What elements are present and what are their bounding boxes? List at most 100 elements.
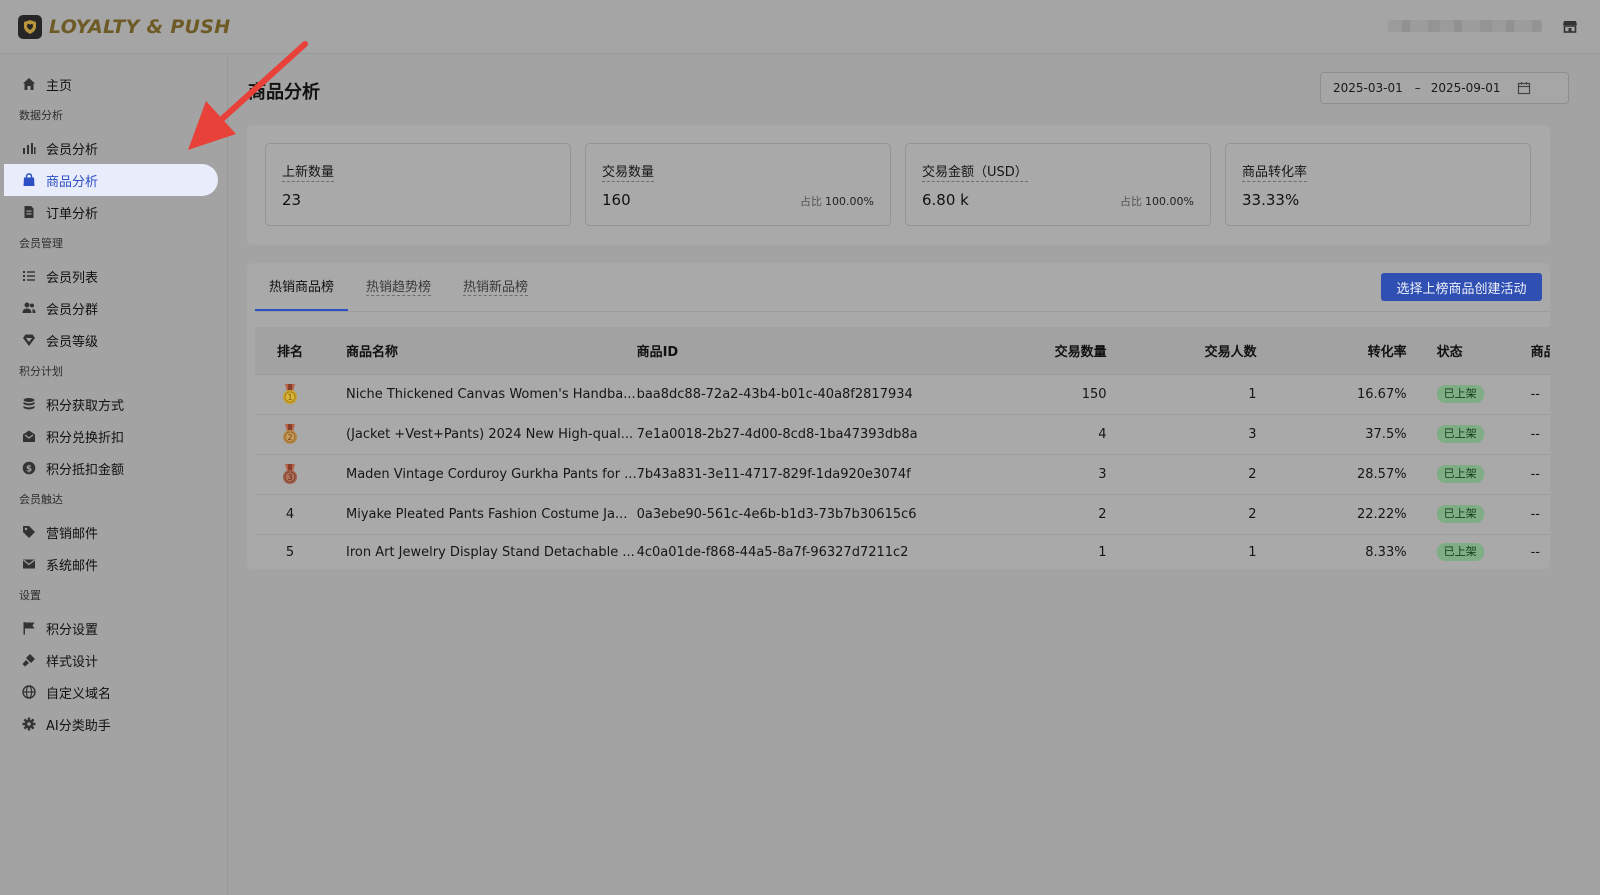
product-name[interactable]: (Jacket +Vest+Pants) 2024 New High-qual.… bbox=[325, 414, 637, 455]
users-icon bbox=[21, 300, 37, 316]
sidebar-item-label: 商品分析 bbox=[46, 174, 99, 190]
product-name[interactable]: Niche Thickened Canvas Women's Handba... bbox=[325, 374, 637, 415]
stat-value: 160 bbox=[602, 191, 631, 209]
col-status[interactable]: 状态 bbox=[1406, 327, 1519, 375]
conversion-rate: 28.57% bbox=[1256, 454, 1407, 495]
date-end[interactable]: 2025-09-01 bbox=[1431, 81, 1501, 95]
ranking-tabs: 热销商品榜 热销趋势榜 热销新品榜 bbox=[255, 263, 546, 311]
col-id[interactable]: 商品ID bbox=[636, 327, 967, 375]
page-title: 商品分析 bbox=[248, 82, 320, 103]
sidebar-item-points-deduction[interactable]: $ 积分抵扣金额 bbox=[0, 452, 227, 484]
tab-hot-new[interactable]: 热销新品榜 bbox=[449, 263, 542, 311]
col-people[interactable]: 交易人数 bbox=[1106, 327, 1257, 375]
sidebar-section-title: 数据分析 bbox=[19, 109, 63, 122]
flag-icon bbox=[21, 620, 37, 636]
conversion-rate: 37.5% bbox=[1256, 414, 1407, 455]
product-name[interactable]: Iron Art Jewelry Display Stand Detachabl… bbox=[325, 534, 637, 569]
conversion-rate: 16.67% bbox=[1256, 374, 1407, 415]
product-name[interactable]: Miyake Pleated Pants Fashion Costume Ja.… bbox=[325, 494, 637, 535]
sidebar-item-points-earning[interactable]: 积分获取方式 bbox=[0, 388, 227, 420]
sidebar-item-label: 积分抵扣金额 bbox=[46, 462, 125, 478]
rank-cell: 5 bbox=[285, 544, 295, 560]
product-cell: -- bbox=[1530, 544, 1540, 560]
stat-card-conversion: 商品转化率 33.33% bbox=[1225, 143, 1531, 226]
col-conversion[interactable]: 转化率 bbox=[1256, 327, 1407, 375]
sidebar-item-member-levels[interactable]: 会员等级 bbox=[0, 324, 227, 356]
sidebar-item-marketing-email[interactable]: 营销邮件 bbox=[0, 516, 227, 548]
transaction-count: 3 bbox=[966, 454, 1107, 495]
sidebar-item-label: 积分兑换折扣 bbox=[46, 430, 125, 446]
rank-cell: 3 bbox=[255, 454, 325, 495]
tab-hot-products[interactable]: 热销商品榜 bbox=[255, 263, 349, 311]
stat-share-value: 100.00% bbox=[825, 195, 874, 208]
stat-card-transactions: 交易数量 160 占比 100.00% bbox=[585, 143, 891, 226]
status-cell: 已上架 bbox=[1406, 454, 1519, 495]
col-qty[interactable]: 交易数量 bbox=[966, 327, 1107, 375]
table-row[interactable]: 5 Iron Art Jewelry Display Stand Detacha… bbox=[255, 534, 1550, 569]
col-rank[interactable]: 排名 bbox=[255, 327, 325, 375]
date-range-picker[interactable]: 2025-03-01 – 2025-09-01 bbox=[1320, 72, 1569, 104]
sidebar-item-ai-assistant[interactable]: AI分类助手 bbox=[0, 708, 227, 740]
dollar-circle-icon: $ bbox=[21, 460, 37, 476]
sidebar-item-label: 订单分析 bbox=[46, 206, 99, 222]
table-row[interactable]: 2 (Jacket +Vest+Pants) 2024 New High-qua… bbox=[255, 414, 1550, 455]
sidebar: 主页 数据分析 会员分析 商品分析 订单分析 会员管理 会员列表 会员分群 会员… bbox=[0, 55, 228, 895]
col-name[interactable]: 商品名称 bbox=[325, 327, 637, 375]
sidebar-item-member-analysis[interactable]: 会员分析 bbox=[0, 132, 227, 164]
product-id: 0a3ebe90-561c-4e6b-b1d3-73b7b30615c6 bbox=[636, 494, 967, 535]
transaction-count: 4 bbox=[966, 414, 1107, 455]
sidebar-item-style-design[interactable]: 样式设计 bbox=[0, 644, 227, 676]
sidebar-item-points-settings[interactable]: 积分设置 bbox=[0, 612, 227, 644]
rank-cell: 4 bbox=[255, 494, 325, 535]
sidebar-item-points-discount[interactable]: 积分兑换折扣 bbox=[0, 420, 227, 452]
sidebar-item-label: 样式设计 bbox=[46, 654, 99, 670]
sidebar-item-order-analysis[interactable]: 订单分析 bbox=[0, 196, 227, 228]
calendar-icon[interactable] bbox=[1517, 81, 1531, 95]
ranking-panel: 热销商品榜 热销趋势榜 热销新品榜 选择上榜商品创建活动 排名 商品名称 商品I… bbox=[247, 263, 1550, 569]
stat-label[interactable]: 交易数量 bbox=[602, 161, 655, 182]
gear-icon bbox=[21, 716, 37, 732]
table-row[interactable]: 4 Miyake Pleated Pants Fashion Costume J… bbox=[255, 494, 1550, 535]
stats-panel: 上新数量 23 交易数量 160 占比 100.00% 交易金额（USD） 6.8… bbox=[247, 125, 1550, 245]
tab-hot-trends[interactable]: 热销趋势榜 bbox=[352, 263, 445, 311]
stat-label[interactable]: 商品转化率 bbox=[1242, 161, 1308, 182]
sidebar-item-label: AI分类助手 bbox=[46, 718, 111, 734]
status-cell: 已上架 bbox=[1406, 374, 1519, 415]
logo[interactable]: LOYALTY & PUSH bbox=[18, 14, 231, 39]
sidebar-item-home[interactable]: 主页 bbox=[0, 68, 227, 100]
transaction-count: 1 bbox=[1098, 544, 1107, 560]
app-name: LOYALTY & PUSH bbox=[49, 15, 231, 38]
product-name[interactable]: Maden Vintage Corduroy Gurkha Pants for … bbox=[325, 454, 637, 495]
status-badge: 已上架 bbox=[1436, 543, 1484, 562]
account-info-blurred[interactable] bbox=[1388, 20, 1542, 32]
sidebar-item-member-segments[interactable]: 会员分群 bbox=[0, 292, 227, 324]
stat-card-amount: 交易金额（USD） 6.80 k 占比 100.00% bbox=[905, 143, 1211, 226]
create-campaign-button[interactable]: 选择上榜商品创建活动 bbox=[1381, 273, 1542, 301]
stat-label[interactable]: 上新数量 bbox=[282, 161, 335, 182]
sidebar-item-member-list[interactable]: 会员列表 bbox=[0, 260, 227, 292]
sidebar-item-product-analysis[interactable]: 商品分析 bbox=[4, 164, 218, 196]
stat-value: 33.33% bbox=[1242, 191, 1300, 209]
sidebar-item-system-email[interactable]: 系统邮件 bbox=[0, 548, 227, 580]
stat-share-label: 占比 bbox=[1120, 195, 1143, 208]
stat-label[interactable]: 交易金额（USD） bbox=[922, 161, 1028, 182]
medal-rank: 1 bbox=[287, 393, 292, 402]
store-icon[interactable] bbox=[1562, 18, 1578, 34]
sidebar-item-label: 积分设置 bbox=[46, 622, 99, 638]
stat-card-new-products: 上新数量 23 bbox=[265, 143, 571, 226]
rank-cell: 1 bbox=[255, 374, 325, 415]
col-product[interactable]: 商品 bbox=[1518, 327, 1550, 375]
sidebar-item-label: 会员分群 bbox=[46, 302, 99, 318]
sidebar-section-title: 会员管理 bbox=[19, 237, 63, 250]
status-badge: 已上架 bbox=[1436, 465, 1484, 483]
product-cell: -- bbox=[1518, 414, 1550, 455]
buyer-count: 2 bbox=[1106, 494, 1257, 535]
table-row[interactable]: 1 Niche Thickened Canvas Women's Handba.… bbox=[255, 374, 1550, 415]
buyer-count: 1 bbox=[1248, 544, 1257, 560]
conversion-rate: 8.33% bbox=[1365, 544, 1407, 560]
table-row[interactable]: 3 Maden Vintage Corduroy Gurkha Pants fo… bbox=[255, 454, 1550, 495]
sidebar-item-custom-domain[interactable]: 自定义域名 bbox=[0, 676, 227, 708]
heart-shield-icon bbox=[18, 14, 42, 39]
date-start[interactable]: 2025-03-01 bbox=[1333, 81, 1403, 95]
status-badge: 已上架 bbox=[1436, 385, 1484, 403]
